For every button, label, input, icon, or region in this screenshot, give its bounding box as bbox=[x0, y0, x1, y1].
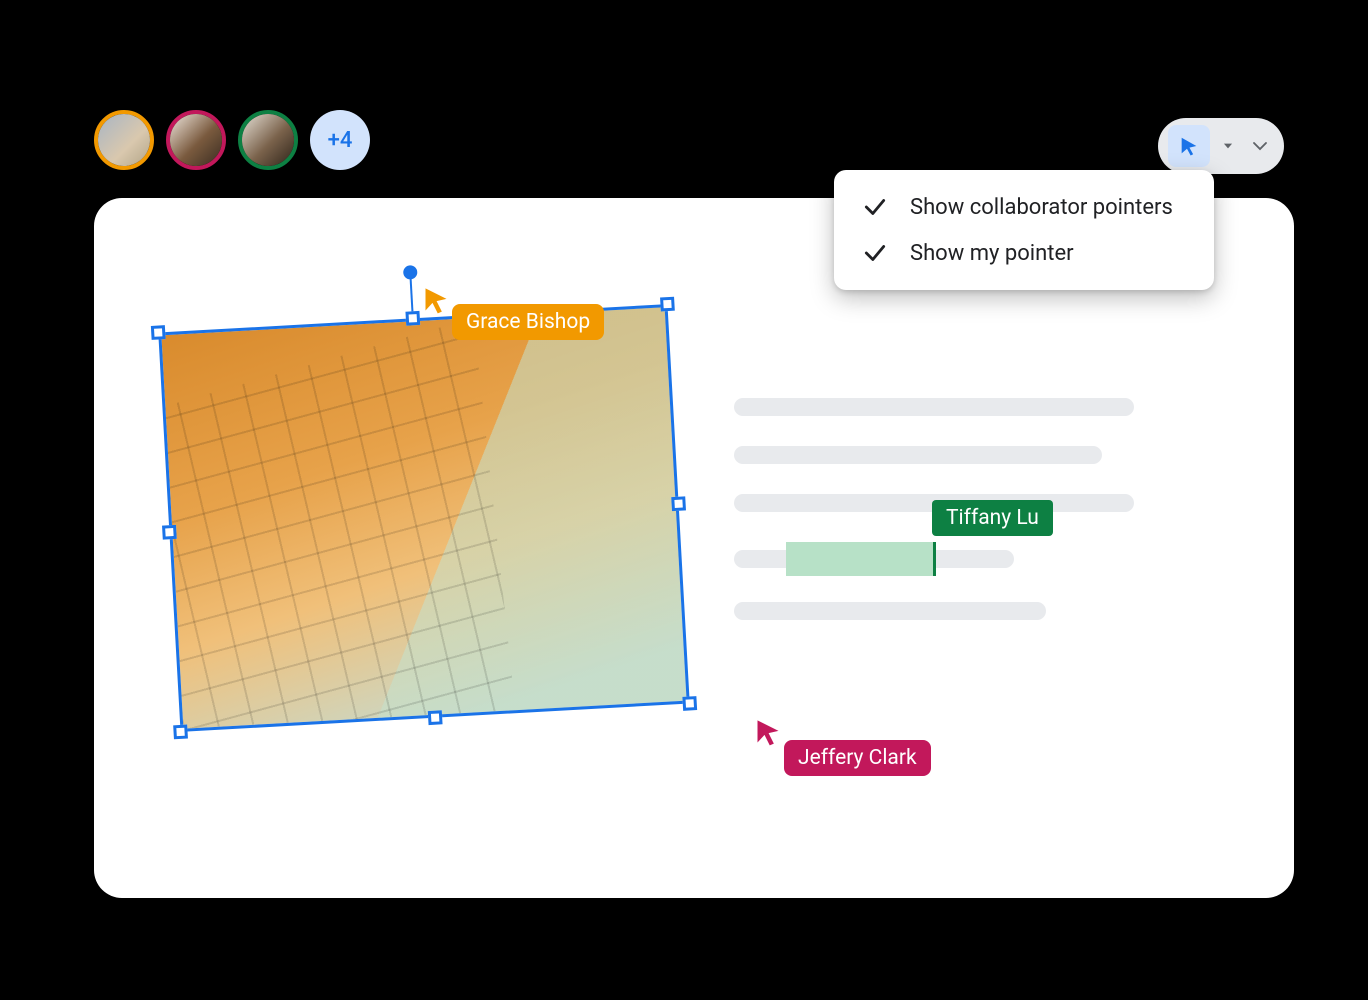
collaborator-avatars: +4 bbox=[94, 110, 370, 170]
avatar[interactable] bbox=[238, 110, 298, 170]
collaborator-cursor-grace: Grace Bishop bbox=[422, 286, 450, 314]
resize-handle[interactable] bbox=[405, 311, 420, 326]
resize-handle[interactable] bbox=[428, 710, 443, 725]
caret-down-icon bbox=[1221, 139, 1235, 153]
pointer-options-menu: Show collaborator pointers Show my point… bbox=[834, 170, 1214, 290]
avatar[interactable] bbox=[94, 110, 154, 170]
chevron-down-icon bbox=[1251, 137, 1269, 155]
text-placeholder-line bbox=[734, 602, 1046, 620]
rotation-handle[interactable] bbox=[403, 265, 418, 280]
pointer-icon bbox=[1178, 135, 1200, 157]
pointer-icon bbox=[422, 286, 450, 314]
menu-item-show-my-pointer[interactable]: Show my pointer bbox=[834, 230, 1214, 276]
avatar-overflow-count[interactable]: +4 bbox=[310, 110, 370, 170]
resize-handle[interactable] bbox=[151, 325, 166, 340]
pointer-icon bbox=[754, 718, 782, 746]
collaborator-text-selection bbox=[786, 542, 936, 576]
collaborator-label: Jeffery Clark bbox=[784, 740, 931, 776]
collaborator-label: Grace Bishop bbox=[452, 304, 604, 340]
pointer-toolbar bbox=[1158, 118, 1284, 174]
check-icon bbox=[862, 194, 888, 220]
selected-image[interactable] bbox=[169, 318, 679, 718]
avatar[interactable] bbox=[166, 110, 226, 170]
check-icon bbox=[862, 240, 888, 266]
menu-item-label: Show my pointer bbox=[910, 241, 1074, 266]
pointer-tool-button[interactable] bbox=[1168, 125, 1210, 167]
collaborator-cursor-jeffery: Jeffery Clark bbox=[754, 718, 782, 746]
text-placeholder-line bbox=[734, 398, 1134, 416]
pointer-tool-dropdown[interactable] bbox=[1214, 125, 1242, 167]
resize-handle[interactable] bbox=[671, 496, 686, 511]
text-placeholder-block: Tiffany Lu bbox=[734, 398, 1134, 650]
resize-handle[interactable] bbox=[682, 696, 697, 711]
menu-item-label: Show collaborator pointers bbox=[910, 195, 1173, 220]
resize-handle[interactable] bbox=[660, 297, 675, 312]
resize-handle[interactable] bbox=[173, 725, 188, 740]
toolbar-more-button[interactable] bbox=[1246, 125, 1274, 167]
collaborator-label: Tiffany Lu bbox=[932, 500, 1053, 536]
resize-handle[interactable] bbox=[162, 525, 177, 540]
menu-item-show-collaborator-pointers[interactable]: Show collaborator pointers bbox=[834, 184, 1214, 230]
text-placeholder-line bbox=[734, 446, 1102, 464]
image-content bbox=[158, 304, 690, 732]
slide-canvas[interactable]: Grace Bishop Tiffany Lu Jeffery Clark bbox=[94, 198, 1294, 898]
